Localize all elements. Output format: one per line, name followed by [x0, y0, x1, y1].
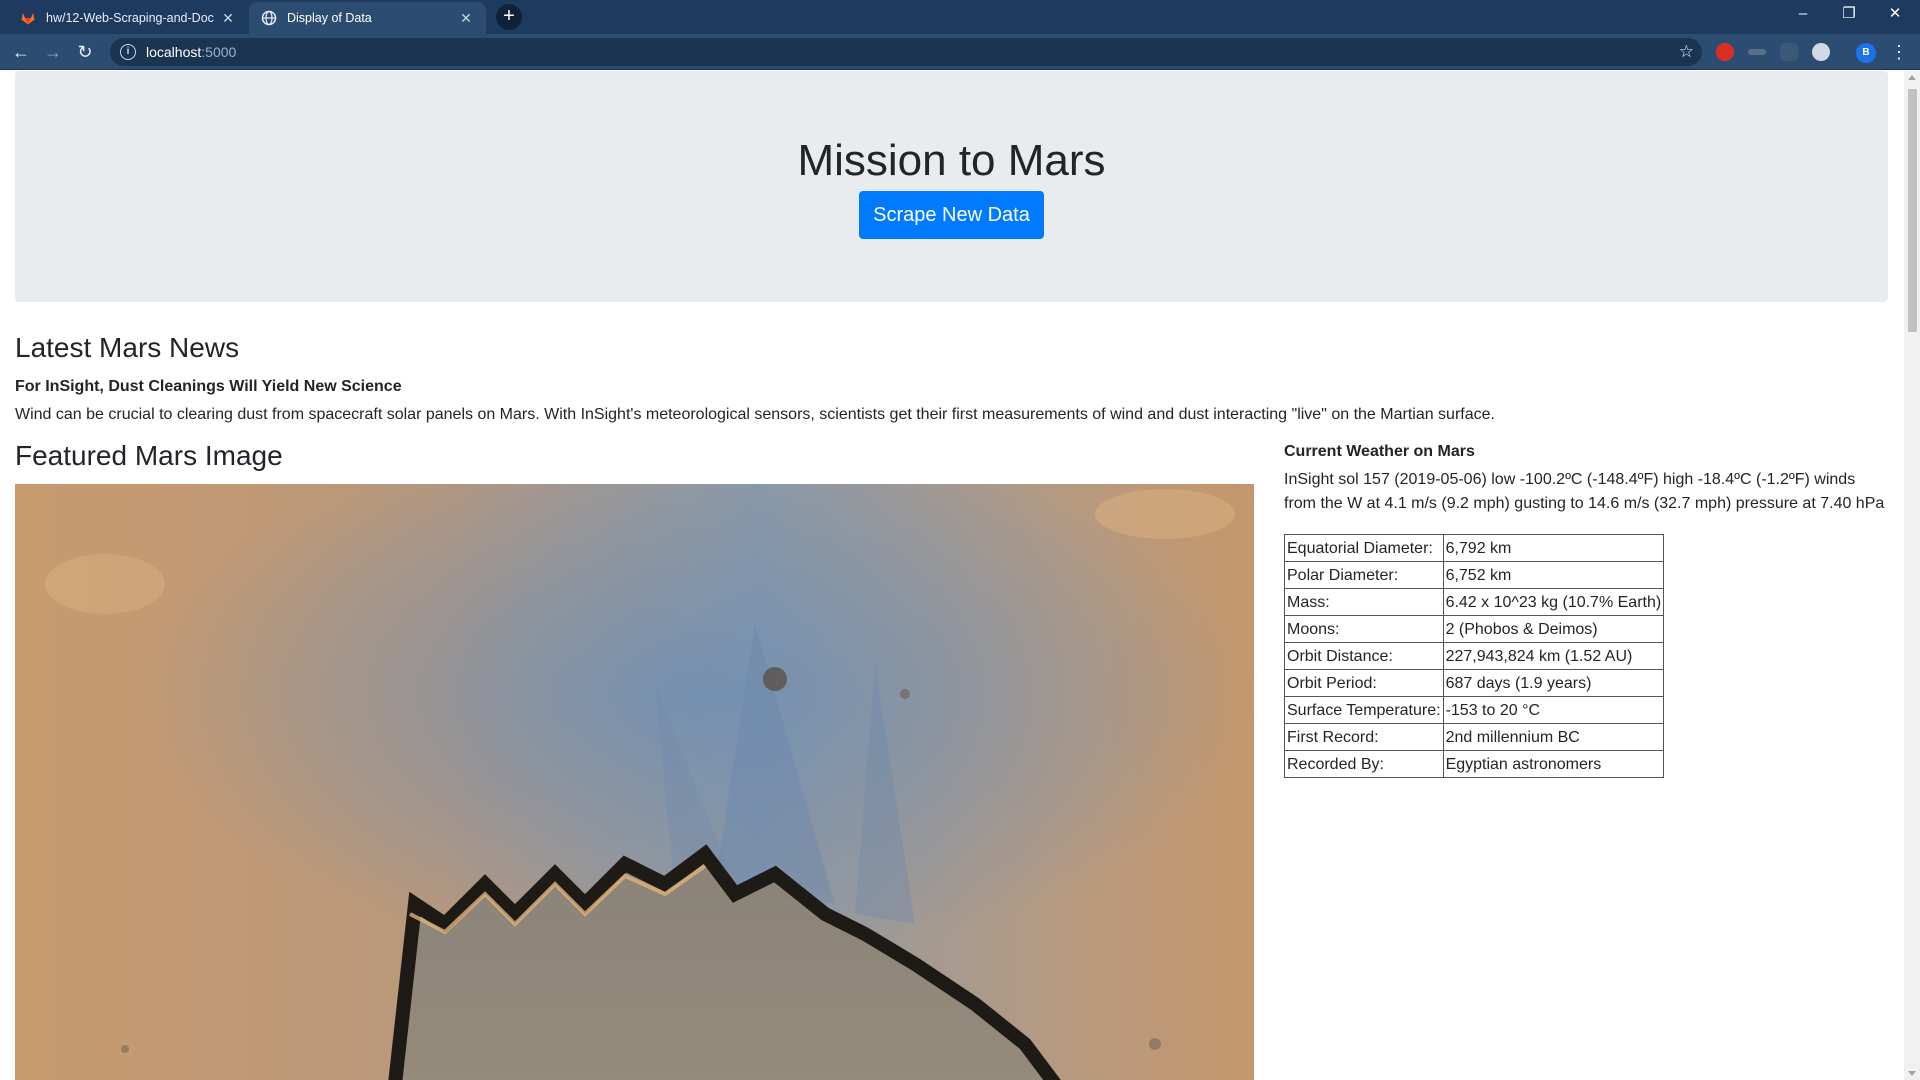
weather-title: Current Weather on Mars: [1284, 443, 1475, 460]
page-viewport: Mission to Mars Scrape New Data Latest M…: [0, 71, 1904, 1080]
fact-value: 6,792 km: [1442, 534, 1665, 562]
facts-row: Surface Temperature: -153 to 20 °C: [1284, 696, 1665, 724]
news-headline: For InSight, Dust Cleanings Will Yield N…: [15, 378, 402, 395]
fact-value: 6.42 x 10^23 kg (10.7% Earth): [1442, 588, 1665, 616]
extension-incognito-icon[interactable]: [1812, 43, 1830, 61]
back-arrow-icon[interactable]: ←: [9, 40, 33, 64]
facts-row: Mass: 6.42 x 10^23 kg (10.7% Earth): [1284, 588, 1665, 616]
facts-row: First Record: 2nd millennium BC: [1284, 723, 1665, 751]
facts-row: Orbit Period: 687 days (1.9 years): [1284, 669, 1665, 697]
fact-value: 687 days (1.9 years): [1442, 669, 1665, 697]
tab-label: hw/12-Web-Scraping-and-Documen: [46, 11, 214, 25]
tab-gitlab[interactable]: hw/12-Web-Scraping-and-Documen ✕: [8, 2, 248, 34]
fact-value: -153 to 20 °C: [1442, 696, 1665, 724]
facts-row: Orbit Distance: 227,943,824 km (1.52 AU): [1284, 642, 1665, 670]
extension-search-icon[interactable]: [1780, 43, 1798, 61]
facts-row: Equatorial Diameter: 6,792 km: [1284, 534, 1665, 562]
close-icon[interactable]: ✕: [458, 10, 474, 26]
fact-label: First Record:: [1284, 723, 1444, 751]
browser-toolbar: ← → ↻ i localhost:5000 ☆ B ⋮: [0, 34, 1920, 70]
extension-dots-icon[interactable]: [1748, 49, 1766, 55]
page-title: Mission to Mars: [797, 136, 1106, 185]
info-icon[interactable]: i: [120, 44, 136, 60]
tab-display-of-data[interactable]: Display of Data ✕: [249, 2, 486, 34]
fact-value: 2nd millennium BC: [1442, 723, 1665, 751]
fact-value: Egyptian astronomers: [1442, 750, 1665, 778]
profile-avatar[interactable]: B: [1856, 43, 1876, 63]
jumbotron: Mission to Mars Scrape New Data: [15, 71, 1888, 302]
news-section-title: Latest Mars News: [15, 332, 240, 363]
tab-label: Display of Data: [287, 11, 372, 25]
fact-label: Equatorial Diameter:: [1284, 534, 1444, 562]
facts-row: Recorded By: Egyptian astronomers: [1284, 750, 1665, 778]
reload-icon[interactable]: ↻: [73, 40, 97, 64]
scrollbar-thumb[interactable]: [1908, 89, 1917, 332]
restore-icon[interactable]: ❐: [1826, 0, 1872, 30]
url-port: :5000: [201, 44, 237, 60]
fact-label: Polar Diameter:: [1284, 561, 1444, 589]
featured-image-title: Featured Mars Image: [15, 440, 283, 471]
fact-value: 227,943,824 km (1.52 AU): [1442, 642, 1665, 670]
fact-label: Mass:: [1284, 588, 1444, 616]
weather-body: InSight sol 157 (2019-05-06) low -100.2º…: [1284, 471, 1885, 512]
fact-label: Recorded By:: [1284, 750, 1444, 778]
scrollbar[interactable]: [1904, 71, 1920, 1080]
globe-icon: [261, 10, 277, 26]
close-window-icon[interactable]: ✕: [1872, 0, 1918, 30]
fact-label: Moons:: [1284, 615, 1444, 643]
scroll-up-arrow-icon[interactable]: [1908, 75, 1916, 80]
browser-titlebar: hw/12-Web-Scraping-and-Documen ✕ Display…: [0, 0, 1920, 34]
url-host: localhost: [146, 44, 202, 60]
facts-row: Moons: 2 (Phobos & Deimos): [1284, 615, 1665, 643]
featured-mars-image: [15, 484, 1254, 1080]
scrape-new-data-button[interactable]: Scrape New Data: [859, 191, 1044, 239]
extension-adblock-icon[interactable]: [1716, 43, 1734, 61]
scroll-down-arrow-icon[interactable]: [1908, 1071, 1916, 1076]
bookmark-star-icon[interactable]: ☆: [1679, 42, 1694, 62]
forward-arrow-icon[interactable]: →: [41, 40, 65, 64]
new-tab-button[interactable]: +: [496, 4, 522, 30]
facts-row: Polar Diameter: 6,752 km: [1284, 561, 1665, 589]
fact-value: 6,752 km: [1442, 561, 1665, 589]
fact-label: Surface Temperature:: [1284, 696, 1444, 724]
fact-value: 2 (Phobos & Deimos): [1442, 615, 1665, 643]
fact-label: Orbit Distance:: [1284, 642, 1444, 670]
menu-kebab-icon[interactable]: ⋮: [1890, 40, 1908, 64]
mars-facts-table: Equatorial Diameter: 6,792 km Polar Diamet…: [1284, 534, 1665, 778]
fact-label: Orbit Period:: [1284, 669, 1444, 697]
news-body: Wind can be crucial to clearing dust fro…: [15, 406, 1495, 423]
close-icon[interactable]: ✕: [220, 10, 236, 26]
address-bar[interactable]: i localhost:5000 ☆: [110, 38, 1702, 66]
minimize-icon[interactable]: –: [1780, 0, 1826, 30]
gitlab-icon: [20, 10, 36, 26]
